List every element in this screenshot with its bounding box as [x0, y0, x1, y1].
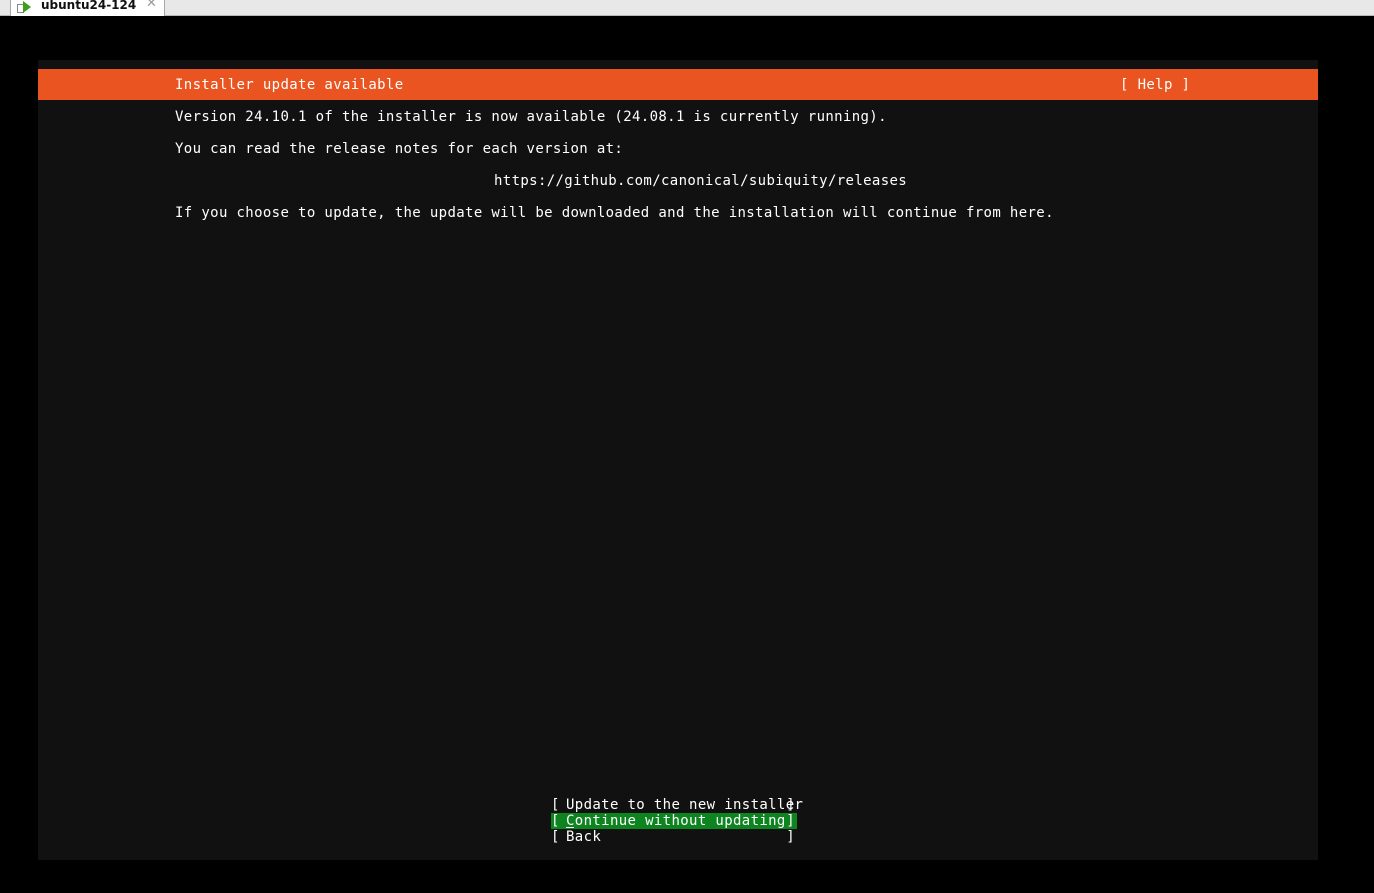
continue-without-updating-button[interactable]: [ Continue without updating ] — [551, 813, 797, 829]
bracket-left: [ — [551, 829, 560, 845]
bracket-right: ] — [786, 797, 795, 813]
bracket-left: [ — [551, 797, 560, 813]
close-icon[interactable]: ✕ — [146, 0, 157, 11]
page-title: Installer update available — [175, 77, 404, 93]
bracket-left: [ — [551, 813, 560, 829]
bracket-right: ] — [786, 813, 795, 829]
button-label: Update to the new installer — [566, 797, 804, 813]
button-label: Back — [566, 829, 602, 845]
version-message: Version 24.10.1 of the installer is now … — [175, 109, 887, 125]
vm-tab-bar: ubuntu24-124 ✕ — [0, 0, 1374, 16]
bracket-right: ] — [786, 829, 795, 845]
update-explanation: If you choose to update, the update will… — [175, 205, 1054, 221]
release-notes-message: You can read the release notes for each … — [175, 141, 624, 157]
vm-running-icon — [17, 0, 33, 14]
button-label: Continue without updating — [566, 813, 786, 829]
help-button[interactable]: [ Help ] — [1120, 77, 1190, 93]
update-installer-button[interactable]: [ Update to the new installer ] — [551, 797, 803, 813]
back-button[interactable]: [ Back ] — [551, 829, 797, 845]
text-cursor — [566, 827, 574, 828]
vm-tab-title: ubuntu24-124 — [41, 0, 137, 12]
vm-tab[interactable]: ubuntu24-124 ✕ — [10, 0, 165, 16]
release-notes-url: https://github.com/canonical/subiquity/r… — [494, 173, 908, 189]
